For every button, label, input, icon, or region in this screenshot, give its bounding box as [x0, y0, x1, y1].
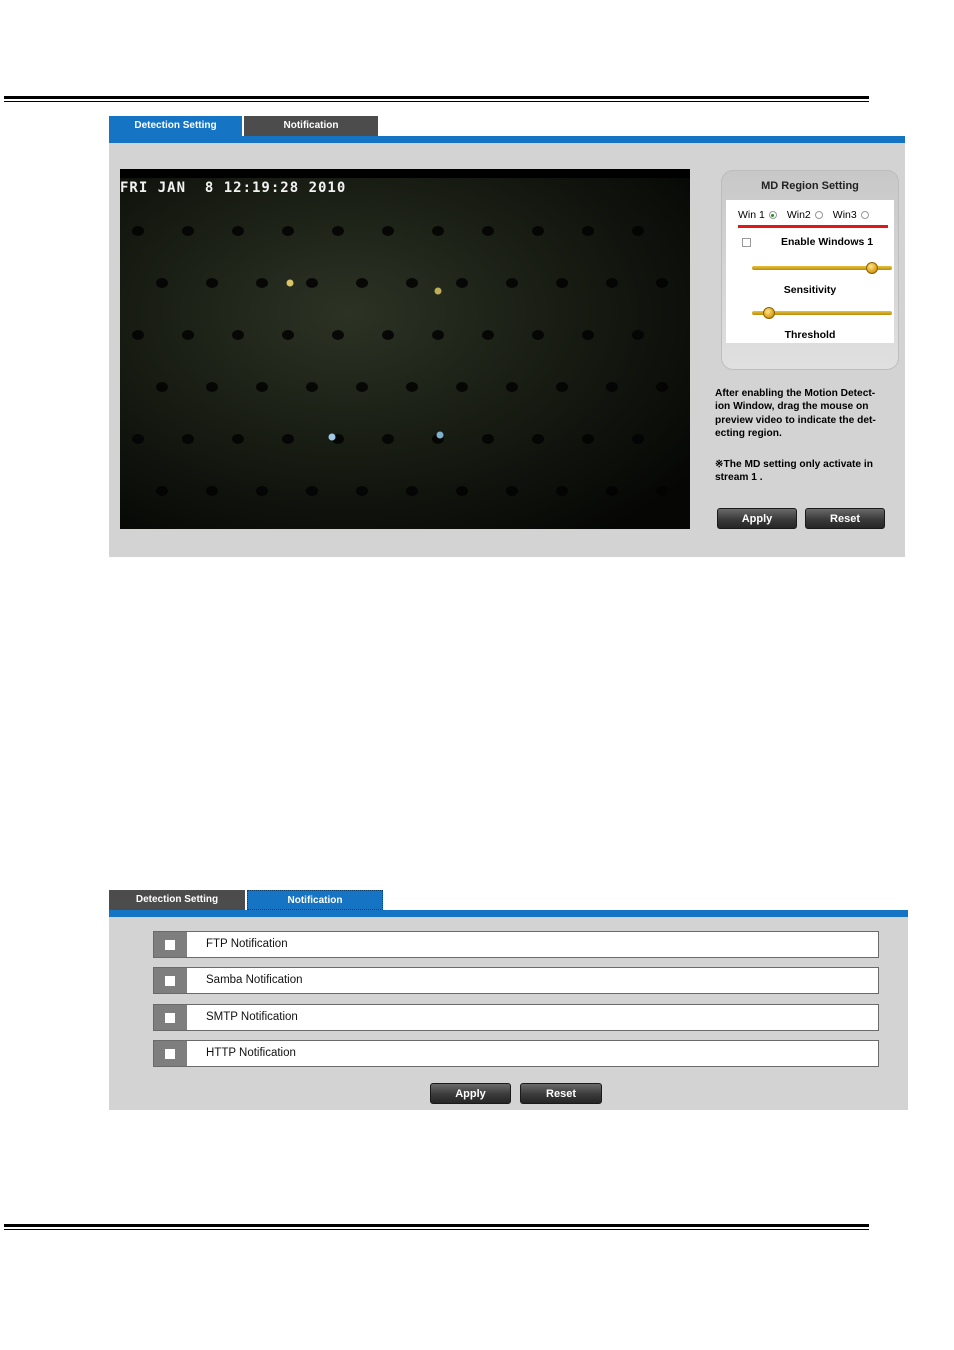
md-instructions: After enabling the Motion Detect- ion Wi… — [715, 387, 876, 440]
sensitivity-slider[interactable] — [752, 262, 892, 274]
win2-radio[interactable] — [814, 211, 823, 219]
smtp-notification-checkbox[interactable] — [165, 1013, 175, 1023]
win3-label: Win3 — [832, 209, 857, 221]
threshold-slider[interactable] — [752, 307, 892, 319]
tab-notification[interactable]: Notification — [244, 116, 378, 136]
bottom-tab-underline — [109, 910, 908, 917]
http-notification-checkbox[interactable] — [165, 1049, 175, 1059]
reset-button[interactable]: Reset — [520, 1083, 602, 1104]
top-tab-underline — [109, 136, 905, 143]
smtp-notification-label: SMTP Notification — [206, 1011, 298, 1023]
md-region-controls: Win 1 Win2 Win3 Enable Windows 1 Sensiti… — [726, 200, 894, 343]
ftp-notification-label: FTP Notification — [206, 938, 288, 950]
smtp-notification-row: SMTP Notification — [153, 1004, 879, 1031]
video-timestamp: FRI JAN 8 12:19:28 2010 — [120, 180, 347, 196]
window-selector: Win 1 Win2 Win3 — [738, 209, 869, 221]
instruction-line: ecting region. — [715, 427, 782, 439]
preview-video[interactable]: FRI JAN 8 12:19:28 2010 — [120, 169, 690, 529]
samba-notification-row: Samba Notification — [153, 967, 879, 994]
win2-label: Win2 — [786, 209, 811, 221]
note-line: stream 1 . — [715, 472, 763, 484]
sensitivity-knob[interactable] — [866, 262, 879, 274]
sensitivity-label: Sensitivity — [783, 284, 837, 296]
video-top-band — [120, 169, 690, 178]
pegboard-image — [120, 169, 690, 529]
top-tab-bar: Detection Setting Notification — [109, 116, 378, 136]
http-notification-label: HTTP Notification — [206, 1047, 296, 1059]
samba-notification-label: Samba Notification — [206, 974, 303, 986]
checkbox-cell — [154, 932, 187, 957]
checkbox-cell — [154, 1041, 187, 1066]
threshold-label: Threshold — [784, 329, 836, 341]
samba-notification-checkbox[interactable] — [165, 976, 175, 986]
threshold-knob[interactable] — [762, 307, 775, 319]
instruction-line: preview video to indicate the det- — [715, 414, 876, 426]
http-notification-row: HTTP Notification — [153, 1040, 879, 1067]
page-bottom-rule — [4, 1224, 869, 1230]
md-region-title: MD Region Setting — [761, 180, 859, 192]
enable-window-label: Enable Windows 1 — [781, 236, 874, 248]
ftp-notification-checkbox[interactable] — [165, 940, 175, 950]
apply-button[interactable]: Apply — [717, 508, 797, 529]
win3-radio[interactable] — [860, 211, 869, 219]
md-region-box: MD Region Setting Win 1 Win2 Win3 Enable… — [721, 170, 899, 370]
instruction-line: ion Window, drag the mouse on — [715, 401, 869, 413]
enable-window-checkbox[interactable] — [742, 238, 751, 247]
apply-button[interactable]: Apply — [430, 1083, 511, 1104]
win1-label: Win 1 — [738, 209, 765, 221]
note-line: ※The MD setting only activate in — [715, 459, 873, 470]
reset-button[interactable]: Reset — [805, 508, 885, 529]
instruction-line: After enabling the Motion Detect- — [715, 388, 876, 399]
window-selector-highlight — [738, 225, 888, 228]
page-top-rule — [4, 96, 869, 102]
checkbox-cell — [154, 1005, 187, 1030]
tab-notification[interactable]: Notification — [247, 890, 383, 910]
ftp-notification-row: FTP Notification — [153, 931, 879, 958]
tab-detection-setting[interactable]: Detection Setting — [109, 116, 242, 136]
md-note: ※The MD setting only activate in stream … — [715, 458, 873, 485]
tab-detection-setting[interactable]: Detection Setting — [109, 890, 245, 910]
bottom-tab-bar: Detection Setting Notification — [109, 890, 383, 910]
checkbox-cell — [154, 968, 187, 993]
win1-radio[interactable] — [768, 211, 777, 219]
